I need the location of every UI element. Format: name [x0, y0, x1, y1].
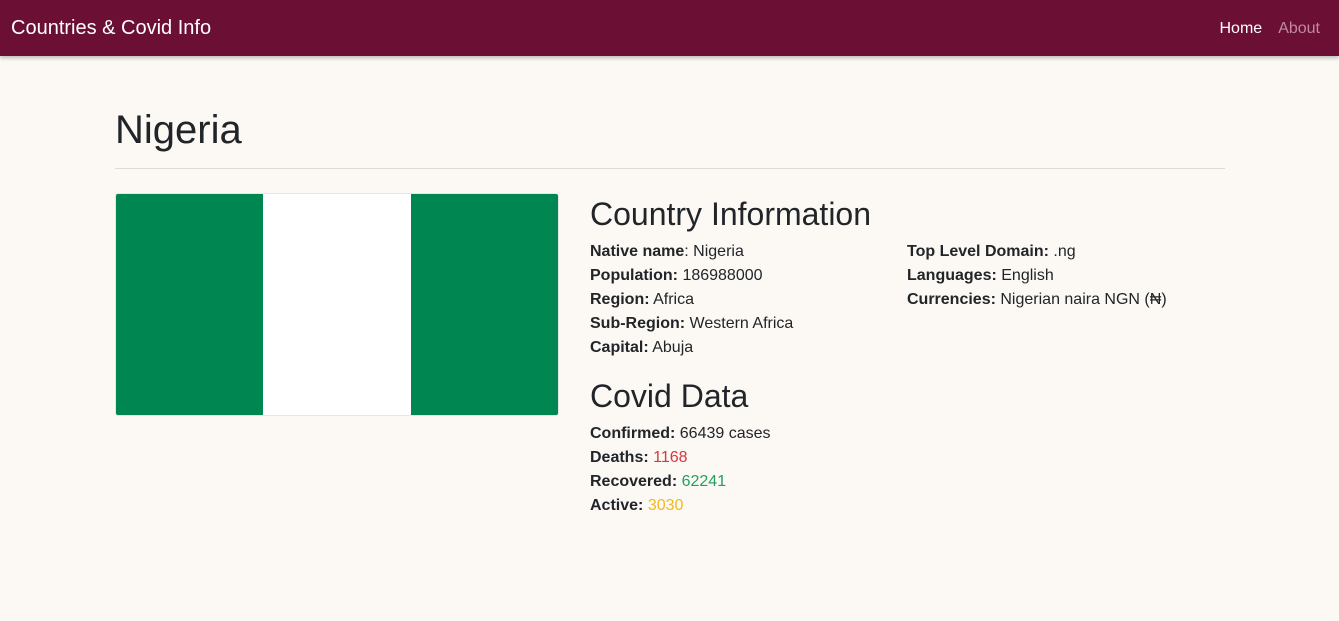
tld-value: .ng [1053, 243, 1076, 260]
sub-region-value: Western Africa [689, 315, 794, 332]
sub-region-label: Sub-Region: [590, 315, 686, 332]
native-name-row: Native name: Nigeria [590, 243, 744, 260]
native-name-label: Native name [590, 243, 685, 260]
native-name-value: Nigeria [693, 243, 744, 260]
country-flag-image [115, 193, 559, 416]
flag-stripe-left [116, 194, 264, 415]
country-info-heading: Country Information [590, 196, 872, 232]
capital-label: Capital: [590, 339, 649, 356]
active-value: 3030 [647, 497, 684, 514]
brand-link[interactable]: Countries & Covid Info [11, 16, 211, 40]
covid-data-list: Confirmed: 66439 cases Deaths: 1168 Reco… [590, 422, 771, 518]
region-value: Africa [653, 291, 695, 308]
confirmed-label: Confirmed: [590, 425, 676, 442]
page-title: Nigeria [115, 108, 242, 152]
flag-stripe-middle [263, 194, 411, 415]
navbar: Countries & Covid Info Home About [0, 0, 1339, 56]
country-info-list-right: Top Level Domain: .ng Languages: English… [907, 240, 1167, 312]
deaths-row: Deaths: 1168 [590, 446, 771, 470]
region-label: Region: [590, 291, 650, 308]
currencies-label: Currencies: [907, 291, 996, 308]
recovered-value: 62241 [681, 473, 727, 490]
deaths-label: Deaths: [590, 449, 649, 466]
recovered-row: Recovered: 62241 [590, 470, 771, 494]
capital-row: Capital: Abuja [590, 336, 793, 360]
population-value: 186988000 [682, 267, 763, 284]
deaths-value: 1168 [653, 449, 688, 466]
region-row: Region: Africa [590, 288, 793, 312]
sub-region-row: Sub-Region: Western Africa [590, 312, 793, 336]
active-label: Active: [590, 497, 644, 514]
currencies-row: Currencies: Nigerian naira NGN (₦) [907, 288, 1167, 312]
active-row: Active: 3030 [590, 494, 771, 518]
languages-value: English [1001, 267, 1054, 284]
tld-label: Top Level Domain: [907, 243, 1049, 260]
confirmed-row: Confirmed: 66439 cases [590, 422, 771, 446]
capital-value: Abuja [652, 339, 694, 356]
recovered-label: Recovered: [590, 473, 678, 490]
languages-row: Languages: English [907, 264, 1167, 288]
confirmed-value: 66439 cases [679, 425, 771, 442]
nav-about-link[interactable]: About [1278, 19, 1320, 39]
country-info-list-left: Native name: Nigeria Population: 1869880… [590, 240, 793, 360]
title-divider [115, 168, 1225, 169]
population-row: Population: 186988000 [590, 264, 793, 288]
covid-data-heading: Covid Data [590, 378, 749, 414]
population-label: Population: [590, 267, 678, 284]
nav-home-link[interactable]: Home [1220, 19, 1263, 39]
nav-links: Home About [1220, 19, 1321, 39]
tld-row: Top Level Domain: .ng [907, 240, 1167, 264]
flag-stripe-right [410, 194, 558, 415]
languages-label: Languages: [907, 267, 997, 284]
currencies-value: Nigerian naira NGN (₦) [1000, 291, 1167, 308]
